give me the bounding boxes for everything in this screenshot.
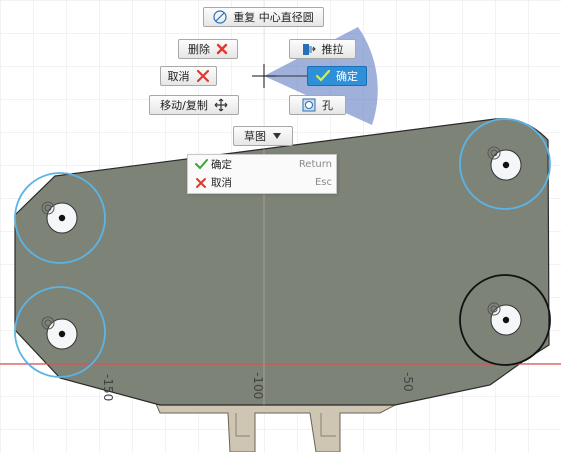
check-icon <box>191 159 211 170</box>
move-copy-label: 移动/复制 <box>160 99 208 112</box>
sketch-label: 草图 <box>244 130 266 143</box>
cancel-label: 取消 <box>167 70 190 83</box>
hole-button[interactable]: 孔 <box>289 95 346 115</box>
context-menu-item-ok[interactable]: 确定 Return <box>188 156 336 173</box>
delete-button[interactable]: 删除 <box>178 39 238 59</box>
check-icon <box>316 70 330 82</box>
ok-button[interactable]: 确定 <box>307 66 367 86</box>
delete-x-icon <box>216 43 228 55</box>
close-icon <box>191 177 211 189</box>
circle-diameter-icon <box>213 10 227 24</box>
ok-label: 确定 <box>336 70 358 83</box>
context-menu-shortcut: Esc <box>314 177 332 188</box>
context-menu-shortcut: Return <box>298 159 332 170</box>
cancel-x-icon <box>196 69 210 83</box>
ruler-label: -150 <box>101 374 115 401</box>
3d-viewport[interactable]: -150 -100 -50 重复 中心直径圆 删除 取消 移动/复制 推拉 确定… <box>0 0 561 452</box>
context-menu-item-label: 取消 <box>211 177 232 189</box>
repeat-center-diameter-circle-button[interactable]: 重复 中心直径圆 <box>203 7 324 27</box>
context-menu-item-label: 确定 <box>211 159 232 171</box>
move-arrows-icon <box>214 98 228 112</box>
ruler-label: -100 <box>251 372 265 399</box>
press-pull-icon <box>302 41 316 57</box>
context-menu: 确定 Return 取消 Esc <box>187 154 337 194</box>
press-pull-button[interactable]: 推拉 <box>289 39 356 59</box>
ruler-label: -50 <box>401 372 415 392</box>
chevron-down-icon <box>272 132 282 140</box>
hole-label: 孔 <box>322 99 333 112</box>
context-menu-item-cancel[interactable]: 取消 Esc <box>188 174 336 191</box>
cancel-button[interactable]: 取消 <box>160 66 217 86</box>
sketch-dropdown-button[interactable]: 草图 <box>233 126 293 146</box>
move-copy-button[interactable]: 移动/复制 <box>149 95 239 115</box>
press-pull-label: 推拉 <box>321 43 344 56</box>
repeat-button-label: 重复 中心直径圆 <box>233 11 314 24</box>
delete-label: 删除 <box>188 43 210 56</box>
hole-icon <box>302 98 316 112</box>
